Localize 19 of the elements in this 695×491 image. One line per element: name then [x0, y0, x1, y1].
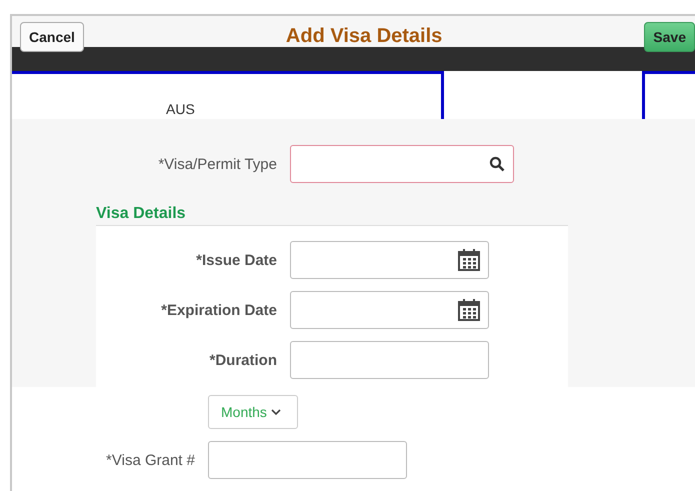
search-field[interactable]	[290, 145, 514, 183]
frame-outline	[642, 71, 695, 119]
date-field[interactable]	[290, 241, 489, 279]
dialog-title: Add Visa Details	[286, 24, 442, 48]
country-value: AUS	[166, 101, 195, 117]
field-label: *Duration	[208, 352, 277, 368]
search-icon[interactable]	[489, 156, 505, 172]
field-label: *Expiration Date	[160, 302, 277, 318]
field-label: *Visa Grant #	[105, 452, 195, 468]
calendar-icon[interactable]	[458, 299, 480, 321]
calendar-icon[interactable]	[458, 249, 480, 271]
caret-icon	[270, 408, 281, 416]
cancel-button[interactable]: Cancel	[20, 22, 84, 52]
input-field[interactable]	[208, 441, 407, 479]
save-button[interactable]: Save	[644, 22, 695, 52]
field-label: *Issue Date	[195, 252, 277, 268]
date-field[interactable]	[290, 291, 489, 329]
input-field[interactable]	[290, 341, 489, 379]
field-label: *Visa/Permit Type	[157, 156, 277, 172]
